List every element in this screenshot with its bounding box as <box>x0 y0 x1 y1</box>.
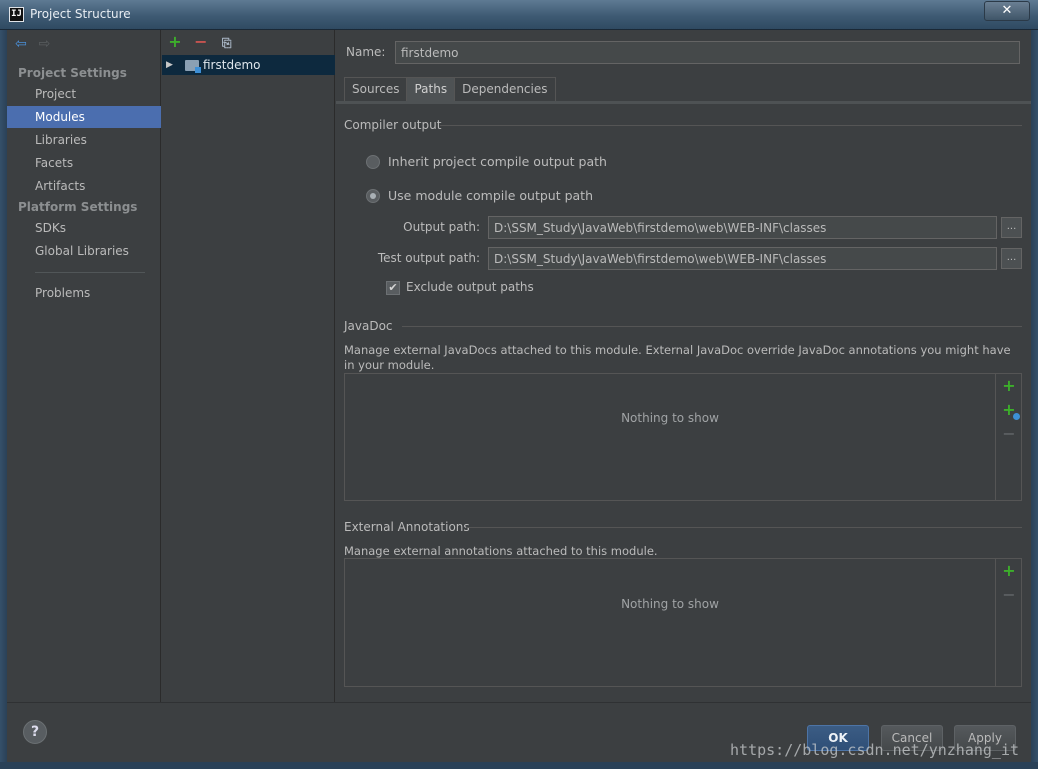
window-title: Project Structure <box>30 7 131 21</box>
category-panel: ⇦ ⇨ Project Settings Project Modules Lib… <box>7 30 161 702</box>
window-frame-right <box>1031 30 1038 769</box>
javadoc-title: JavaDoc <box>344 319 393 333</box>
close-icon: ✕ <box>1001 3 1013 18</box>
external-annotations-description: Manage external annotations attached to … <box>344 544 658 558</box>
category-item-problems[interactable]: Problems <box>7 282 161 304</box>
exclude-output-paths-checkbox[interactable]: ✔ <box>386 281 400 295</box>
category-item-libraries[interactable]: Libraries <box>7 129 161 151</box>
output-path-label: Output path: <box>403 220 480 234</box>
javadoc-empty-text: Nothing to show <box>621 411 719 425</box>
remove-module-icon[interactable]: − <box>192 33 210 51</box>
help-button[interactable]: ? <box>23 720 47 744</box>
module-tree-panel: + − ⎘ ▶ firstdemo <box>162 30 335 702</box>
javadoc-description: Manage external JavaDocs attached to thi… <box>344 343 1011 372</box>
category-item-artifacts[interactable]: Artifacts <box>7 175 161 197</box>
category-item-sdks[interactable]: SDKs <box>7 217 161 239</box>
javadoc-list-toolbar: + + − <box>995 374 1021 500</box>
copy-module-icon[interactable]: ⎘ <box>218 34 236 52</box>
annotations-remove-icon[interactable]: − <box>1001 587 1017 603</box>
checkmark-icon: ✔ <box>388 281 398 294</box>
name-label: Name: <box>346 45 386 59</box>
tree-row-label: firstdemo <box>203 58 261 72</box>
module-tabs: Sources Paths Dependencies <box>344 77 556 101</box>
window-frame-left <box>0 30 7 769</box>
category-item-global-libraries[interactable]: Global Libraries <box>7 240 161 262</box>
exclude-output-paths-label: Exclude output paths <box>406 280 534 294</box>
module-folder-icon <box>185 60 201 73</box>
dialog-button-bar: ? OK Cancel Apply https://blog.csdn.net/… <box>7 702 1031 762</box>
javadoc-add-icon[interactable]: + <box>1001 378 1017 394</box>
test-output-path-browse-button[interactable]: ... <box>1001 248 1022 269</box>
tab-sources[interactable]: Sources <box>344 77 408 101</box>
external-annotations-divider <box>466 527 1022 528</box>
forward-arrow-icon[interactable]: ⇨ <box>39 36 51 52</box>
javadoc-divider <box>402 326 1022 327</box>
javadoc-remove-icon[interactable]: − <box>1001 426 1017 442</box>
module-name-input[interactable] <box>395 41 1020 64</box>
tree-row-firstdemo[interactable]: ▶ firstdemo <box>162 55 335 75</box>
javadoc-add-url-icon[interactable]: + <box>1001 402 1020 420</box>
nav-arrows: ⇦ ⇨ <box>15 36 58 54</box>
test-output-path-label: Test output path: <box>377 251 480 265</box>
external-annotations-title: External Annotations <box>344 520 470 534</box>
inherit-output-label: Inherit project compile output path <box>388 154 607 169</box>
tab-underline <box>336 101 1031 104</box>
external-annotations-empty-text: Nothing to show <box>621 597 719 611</box>
category-item-modules[interactable]: Modules <box>7 106 161 128</box>
platform-settings-heading: Platform Settings <box>18 200 138 214</box>
compiler-output-divider <box>440 125 1022 126</box>
output-path-input[interactable] <box>488 216 997 239</box>
use-module-output-label: Use module compile output path <box>388 188 594 203</box>
external-annotations-list-toolbar: + − <box>995 559 1021 686</box>
dialog-client-area: ⇦ ⇨ Project Settings Project Modules Lib… <box>7 30 1031 762</box>
inherit-output-radio[interactable] <box>366 155 380 169</box>
tab-paths[interactable]: Paths <box>406 77 456 101</box>
javadoc-list[interactable]: Nothing to show + + − <box>344 373 1022 501</box>
test-output-path-input[interactable] <box>488 247 997 270</box>
category-item-facets[interactable]: Facets <box>7 152 161 174</box>
project-settings-heading: Project Settings <box>18 66 127 80</box>
add-module-icon[interactable]: + <box>166 33 184 51</box>
globe-icon <box>1013 413 1020 420</box>
module-detail-panel: Name: SourcesPathsDependencies Compiler … <box>336 30 1031 702</box>
compiler-output-title: Compiler output <box>344 118 442 132</box>
intellij-app-icon: IJ <box>9 7 24 22</box>
expand-arrow-icon[interactable]: ▶ <box>166 55 173 75</box>
window-close-button[interactable]: ✕ <box>984 1 1030 21</box>
external-annotations-list[interactable]: Nothing to show + − <box>344 558 1022 687</box>
tree-toolbar: + − ⎘ <box>166 33 240 51</box>
use-module-output-radio[interactable] <box>366 189 380 203</box>
tab-dependencies[interactable]: Dependencies <box>454 77 556 101</box>
category-separator <box>35 272 145 273</box>
window-titlebar[interactable]: IJ Project Structure ✕ <box>0 0 1038 30</box>
back-arrow-icon[interactable]: ⇦ <box>15 36 27 52</box>
window-frame-bottom <box>0 762 1038 769</box>
category-item-project[interactable]: Project <box>7 83 161 105</box>
annotations-add-icon[interactable]: + <box>1001 563 1017 579</box>
watermark-text: https://blog.csdn.net/ynzhang_it <box>730 741 1019 759</box>
output-path-browse-button[interactable]: ... <box>1001 217 1022 238</box>
